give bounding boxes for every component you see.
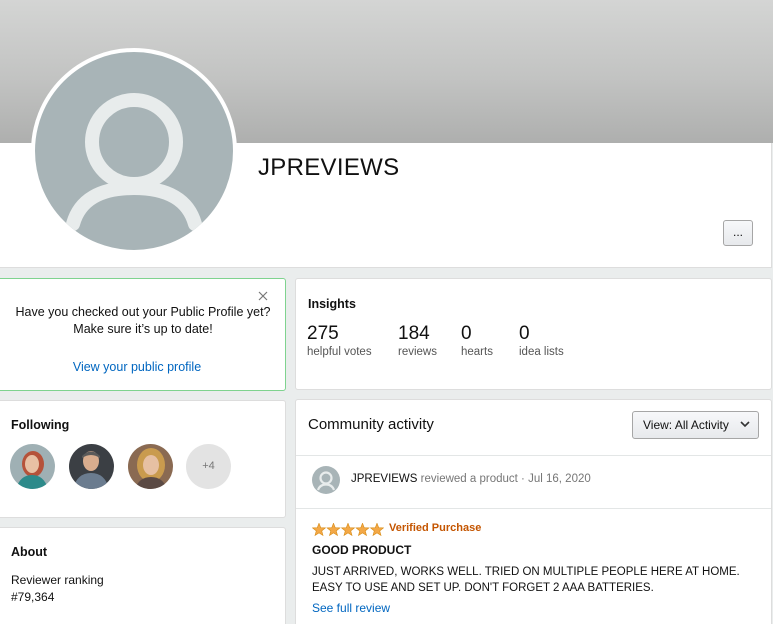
default-user-icon bbox=[316, 471, 336, 491]
view-select-value: All Activity bbox=[674, 418, 729, 432]
review-title[interactable]: GOOD PRODUCT bbox=[312, 543, 411, 557]
helpful-votes-count: 275 bbox=[307, 323, 339, 344]
followed-user-avatar[interactable] bbox=[10, 444, 55, 489]
profile-avatar[interactable] bbox=[31, 48, 237, 254]
review-body: JUST ARRIVED, WORKS WELL. TRIED ON MULTI… bbox=[312, 566, 740, 594]
community-activity-title: Community activity bbox=[308, 416, 434, 433]
insights-heading: Insights bbox=[308, 297, 356, 311]
reviewer-ranking-label: Reviewer ranking bbox=[11, 573, 104, 587]
see-full-review-link[interactable]: See full review bbox=[312, 601, 390, 615]
star-icon bbox=[355, 523, 370, 537]
activity-author-avatar[interactable] bbox=[312, 466, 340, 494]
five-star-rating-icon bbox=[312, 523, 384, 537]
star-icon bbox=[369, 523, 384, 537]
more-following-button[interactable]: +4 bbox=[186, 444, 231, 489]
activity-meta: JPREVIEWS reviewed a product · Jul 16, 2… bbox=[351, 473, 591, 485]
notice-message: Have you checked out your Public Profile… bbox=[0, 304, 286, 338]
hearts-count: 0 bbox=[461, 323, 472, 344]
activity-header-divider bbox=[296, 455, 771, 456]
notice-line-2: Make sure it’s up to date! bbox=[73, 322, 213, 336]
star-icon bbox=[340, 523, 356, 537]
reviewer-ranking-value: #79,364 bbox=[11, 590, 55, 604]
profile-name: JPREVIEWS bbox=[258, 154, 400, 181]
view-select-label: View: bbox=[643, 418, 673, 432]
activity-date: Jul 16, 2020 bbox=[528, 473, 591, 485]
hearts-label: hearts bbox=[461, 346, 493, 358]
notice-line-1: Have you checked out your Public Profile… bbox=[15, 305, 271, 319]
helpful-votes-label: helpful votes bbox=[307, 346, 372, 358]
user-photo-icon bbox=[128, 444, 173, 489]
following-heading: Following bbox=[11, 418, 70, 432]
user-photo-icon bbox=[10, 444, 55, 489]
activity-separator: · bbox=[521, 473, 525, 485]
chevron-down-icon bbox=[740, 421, 750, 428]
star-icon bbox=[312, 523, 327, 537]
idea-lists-count: 0 bbox=[519, 323, 530, 344]
reviews-count: 184 bbox=[398, 323, 430, 344]
default-user-icon bbox=[66, 93, 202, 231]
view-public-profile-link[interactable]: View your public profile bbox=[0, 360, 274, 374]
followed-user-avatar[interactable] bbox=[128, 444, 173, 489]
followed-user-avatar[interactable] bbox=[69, 444, 114, 489]
activity-action: reviewed a product bbox=[420, 473, 518, 485]
insights-card bbox=[295, 278, 772, 390]
idea-lists-label: idea lists bbox=[519, 346, 564, 358]
activity-item-divider bbox=[296, 508, 771, 509]
activity-author[interactable]: JPREVIEWS bbox=[351, 473, 417, 485]
reviews-label: reviews bbox=[398, 346, 437, 358]
about-heading: About bbox=[11, 545, 48, 559]
verified-purchase-badge: Verified Purchase bbox=[389, 522, 482, 534]
activity-view-select[interactable]: View: All Activity bbox=[632, 411, 759, 439]
star-icon bbox=[326, 523, 341, 537]
close-icon[interactable] bbox=[257, 290, 269, 302]
user-photo-icon bbox=[69, 444, 114, 489]
more-options-button[interactable]: ... bbox=[723, 220, 753, 246]
